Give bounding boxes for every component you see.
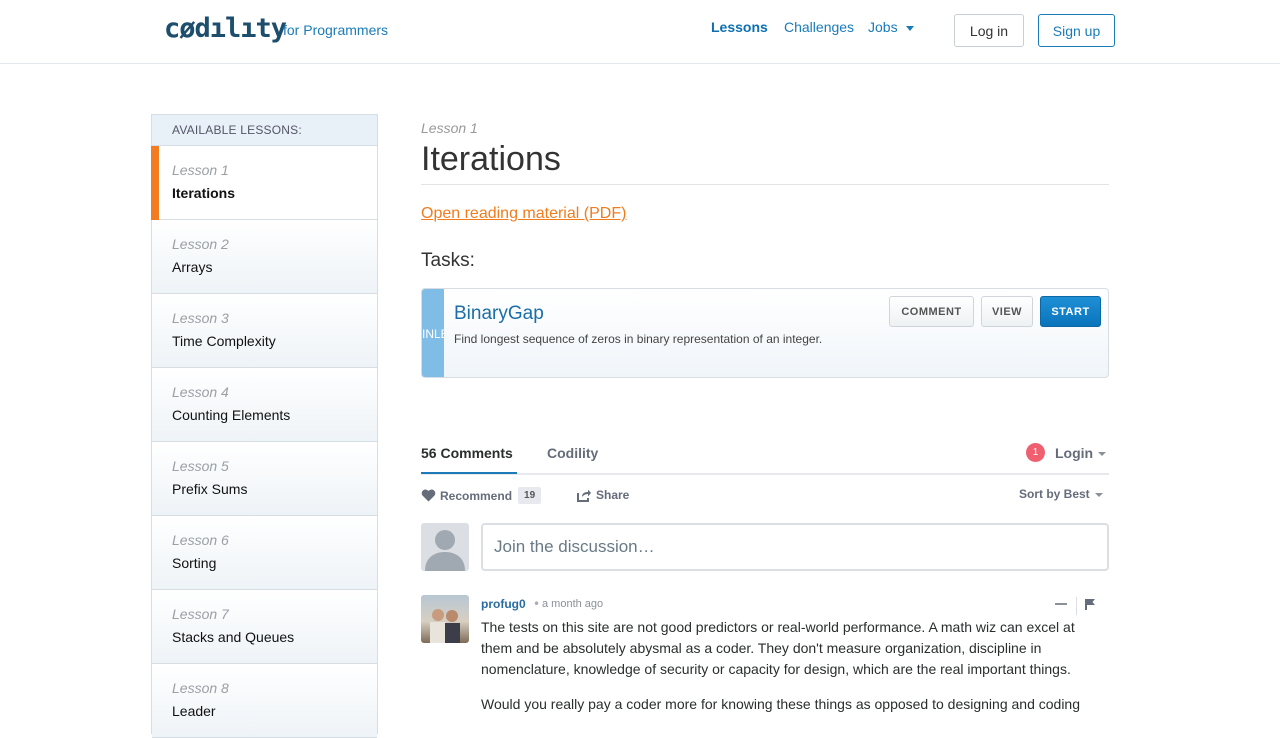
action-divider [1076, 597, 1077, 615]
title-divider [421, 184, 1109, 185]
comment-paragraph: The tests on this site are not good pred… [481, 619, 1075, 677]
lesson-name: Iterations [172, 185, 236, 201]
lesson-number: Lesson 6 [172, 532, 229, 548]
share-button[interactable]: Share [577, 488, 629, 502]
nav-jobs[interactable]: Jobs [868, 19, 914, 35]
reading-material-link[interactable]: Open reading material (PDF) [421, 205, 626, 223]
top-navbar: cødılıty for Programmers Lessons Challen… [0, 0, 1280, 64]
sort-label: Sort by Best [1019, 487, 1090, 501]
avatar-placeholder [421, 523, 469, 571]
lesson-name: Stacks and Queues [172, 629, 295, 645]
lesson-name: Leader [172, 703, 216, 719]
lesson-number: Lesson 8 [172, 680, 229, 696]
sidebar-item-lesson-8[interactable]: Lesson 8 Leader [152, 664, 377, 738]
comment-paragraph: Would you really pay a coder more for kn… [481, 696, 1081, 712]
lesson-name: Counting Elements [172, 407, 291, 423]
codility-logo[interactable]: cødılıty [164, 13, 287, 44]
notification-badge[interactable]: 1 [1026, 443, 1045, 462]
recommend-count: 19 [518, 487, 542, 504]
tagline-link[interactable]: for Programmers [283, 22, 388, 38]
comment-button[interactable]: COMMENT [889, 296, 974, 327]
task-card-binarygap: INLE BinaryGap Find longest sequence of … [421, 288, 1109, 378]
signup-button[interactable]: Sign up [1038, 14, 1115, 47]
recommend-button[interactable]: Recommend 19 [421, 487, 542, 504]
lesson-name: Arrays [172, 259, 213, 275]
lesson-subtitle: Lesson 1 [421, 120, 478, 136]
sidebar-heading: AVAILABLE LESSONS: [152, 115, 377, 146]
comments-login-dropdown[interactable]: Login [1055, 445, 1107, 461]
avatar[interactable] [421, 595, 469, 643]
comment-timestamp[interactable]: a month ago [542, 598, 603, 610]
lesson-number: Lesson 2 [172, 236, 229, 252]
lesson-number: Lesson 1 [172, 162, 229, 178]
tasks-heading: Tasks: [421, 250, 475, 271]
tab-comments[interactable]: 56 Comments [421, 445, 513, 461]
user-silhouette-icon [425, 530, 465, 571]
login-button[interactable]: Log in [954, 14, 1024, 47]
task-name[interactable]: BinaryGap [454, 303, 544, 325]
sidebar-item-lesson-4[interactable]: Lesson 4 Counting Elements [152, 368, 377, 442]
heart-icon [421, 489, 436, 502]
user-photo [430, 609, 460, 643]
sidebar-item-lesson-2[interactable]: Lesson 2 Arrays [152, 220, 377, 294]
task-difficulty-tab: INLE [422, 289, 444, 377]
start-button[interactable]: START [1040, 296, 1101, 327]
lesson-number: Lesson 7 [172, 606, 229, 622]
task-description: Find longest sequence of zeros in binary… [454, 332, 823, 346]
page-title: Iterations [421, 140, 561, 178]
tab-codility[interactable]: Codility [547, 445, 598, 461]
comments-divider [421, 473, 1109, 475]
nav-lessons[interactable]: Lessons [711, 19, 768, 35]
lessons-sidebar: AVAILABLE LESSONS: Lesson 1 Iterations L… [151, 114, 378, 738]
recommend-label: Recommend [440, 488, 513, 503]
lesson-number: Lesson 3 [172, 310, 229, 326]
sort-dropdown[interactable]: Sort by Best [1019, 487, 1103, 501]
view-button[interactable]: VIEW [981, 296, 1033, 327]
active-tab-indicator [421, 472, 517, 474]
comment-body: The tests on this site are not good pred… [481, 617, 1109, 729]
flag-icon[interactable] [1085, 599, 1095, 610]
lesson-name: Sorting [172, 555, 217, 571]
share-icon [577, 489, 591, 502]
comments-login-label: Login [1055, 445, 1094, 461]
sidebar-item-lesson-3[interactable]: Lesson 3 Time Complexity [152, 294, 377, 368]
join-discussion-input[interactable]: Join the discussion… [481, 523, 1109, 571]
lesson-name: Time Complexity [172, 333, 276, 349]
meta-separator: • [533, 597, 541, 611]
chevron-down-icon [905, 25, 914, 31]
sidebar-item-lesson-7[interactable]: Lesson 7 Stacks and Queues [152, 590, 377, 664]
share-label: Share [596, 488, 630, 502]
sidebar-item-lesson-1[interactable]: Lesson 1 Iterations [151, 146, 377, 220]
chevron-down-icon [1098, 452, 1107, 457]
nav-challenges[interactable]: Challenges [784, 19, 854, 35]
lesson-number: Lesson 5 [172, 458, 229, 474]
lesson-name: Prefix Sums [172, 481, 248, 497]
sidebar-item-lesson-5[interactable]: Lesson 5 Prefix Sums [152, 442, 377, 516]
nav-jobs-label: Jobs [868, 19, 898, 35]
comment-author[interactable]: profug0 [481, 597, 526, 611]
chevron-down-icon [1094, 492, 1103, 497]
collapse-icon[interactable] [1055, 603, 1067, 605]
lesson-number: Lesson 4 [172, 384, 229, 400]
sidebar-item-lesson-6[interactable]: Lesson 6 Sorting [152, 516, 377, 590]
